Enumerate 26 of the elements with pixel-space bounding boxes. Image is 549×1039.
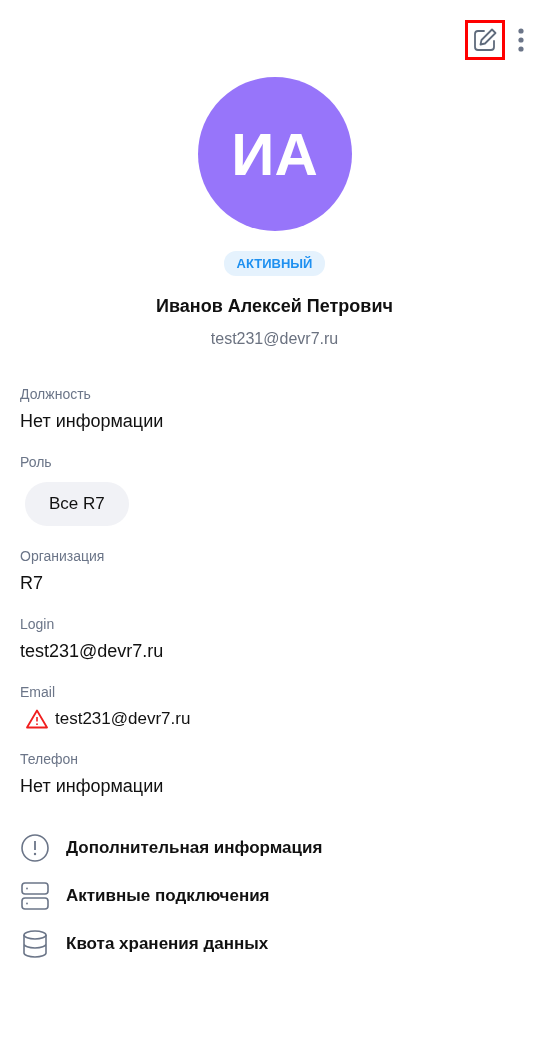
database-icon [20,929,50,959]
info-icon [20,833,50,863]
role-chip: Все R7 [25,482,129,526]
more-icon [518,28,524,52]
section-link[interactable]: Квота хранения данных [20,929,529,959]
field-label: Телефон [20,751,79,767]
user-name: Иванов Алексей Петрович [156,296,393,317]
edit-button[interactable] [465,20,505,60]
warning-icon [26,709,48,729]
server-icon [20,881,50,911]
field-value: test231@devr7.ru [55,709,191,729]
status-badge: АКТИВНЫЙ [223,251,326,276]
section-link[interactable]: Активные подключения [20,881,529,911]
field-value: R7 [20,573,43,594]
section-link[interactable]: Дополнительная информация [20,833,529,863]
field-label: Роль [20,454,52,470]
field-label: Должность [20,386,91,402]
field-label: Email [20,684,55,700]
field-value: test231@devr7.ru [20,641,164,662]
field-label: Организация [20,548,105,564]
field-value: Нет информации [20,776,164,797]
user-email: test231@devr7.ru [210,330,339,348]
edit-icon [472,27,498,53]
field-value: Нет информации [20,411,164,432]
field-label: Login [20,616,55,632]
avatar: ИА [197,77,352,231]
